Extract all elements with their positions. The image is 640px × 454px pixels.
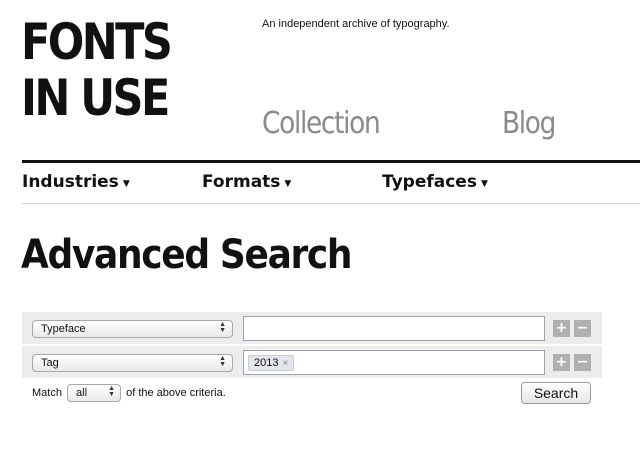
remove-criteria-button[interactable]: − [574,354,591,371]
criteria-row: Typeface ▲ ▼ + − [22,312,602,344]
caret-down-icon: ▼ [480,179,488,189]
site-tagline: An independent archive of typography. [262,18,450,30]
logo-line-1: FONTS [21,13,173,71]
caret-down-icon: ▼ [122,179,130,189]
collection-link[interactable]: Collection [262,106,381,141]
tag-token: 2013 × [248,355,295,371]
criteria-value-input[interactable] [243,316,545,341]
advanced-search-form: Typeface ▲ ▼ + − Tag ▲ ▼ 2013 × + − Match a… [22,312,602,408]
criteria-field-select[interactable]: Tag ▲ ▼ [32,354,233,372]
search-button[interactable]: Search [521,382,591,404]
criteria-row: Tag ▲ ▼ 2013 × + − [22,346,602,378]
nav-typefaces[interactable]: Typefaces ▼ [382,172,488,192]
select-arrows-icon: ▲ ▼ [219,321,226,334]
match-criteria-row: Match all ▲ ▼ of the above criteria. [32,384,226,402]
blog-link[interactable]: Blog [502,106,556,141]
remove-criteria-button[interactable]: − [574,320,591,337]
match-mode-select[interactable]: all ▲ ▼ [67,384,122,402]
header-divider [22,160,640,163]
caret-down-icon: ▼ [284,179,292,189]
remove-token-icon[interactable]: × [282,358,288,369]
select-arrows-icon: ▲ ▼ [108,385,116,398]
match-mode-value: all [76,387,88,400]
criteria-field-value: Typeface [41,323,86,335]
nav-divider [22,203,640,204]
tag-token-label: 2013 [254,357,279,369]
add-criteria-button[interactable]: + [553,320,570,337]
page-title: Advanced Search [21,232,353,278]
nav-typefaces-label: Typefaces [382,172,477,192]
site-logo[interactable]: FONTS IN USE [21,13,173,127]
criteria-field-select[interactable]: Typeface ▲ ▼ [32,320,233,338]
add-criteria-button[interactable]: + [553,354,570,371]
nav-formats-label: Formats [202,172,281,192]
nav-industries[interactable]: Industries ▼ [22,172,130,192]
nav-formats[interactable]: Formats ▼ [202,172,291,192]
logo-line-2: IN USE [21,69,170,127]
match-prefix-label: Match [32,387,62,399]
match-suffix-label: of the above criteria. [126,387,226,399]
select-arrows-icon: ▲ ▼ [219,355,226,368]
criteria-value-input[interactable]: 2013 × [243,350,545,375]
criteria-field-value: Tag [41,357,59,369]
nav-industries-label: Industries [22,172,119,192]
